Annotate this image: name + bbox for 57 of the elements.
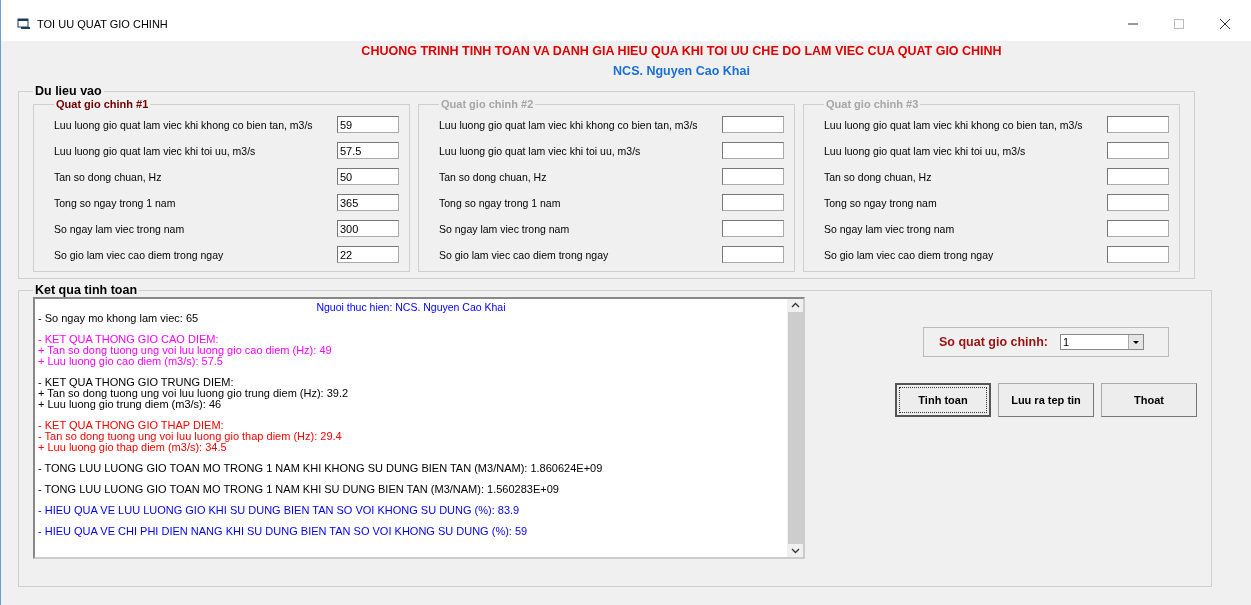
scroll-down-icon[interactable] xyxy=(790,548,800,554)
field-label: Luu luong gio quat lam viec khi toi uu, m3/s xyxy=(54,144,256,157)
field-label: So gio lam viec cao diem trong ngay xyxy=(439,248,609,261)
field-label: So gio lam viec cao diem trong ngay xyxy=(824,248,994,261)
field-label: So ngay lam viec trong nam xyxy=(824,222,955,235)
input-field[interactable]: 57.5 xyxy=(337,142,399,159)
scroll-up-icon[interactable] xyxy=(790,302,800,308)
author-name: NCS. Nguyen Cao Khai xyxy=(613,64,750,78)
field-label: Luu luong gio quat lam viec khi khong co bien tan, m3/s xyxy=(439,118,698,131)
group-title: Ket qua tinh toan xyxy=(34,283,139,297)
window-icon xyxy=(17,17,31,30)
program-title: CHUONG TRINH TINH TOAN VA DANH GIA HIEU QUA KHI TOI UU CHE DO LAM VIEC CUA QUAT GIO CHINH xyxy=(361,44,1002,58)
group-title: Quat gio chinh #2 xyxy=(440,98,535,110)
field-label: So gio lam viec cao diem trong ngay xyxy=(54,248,224,261)
result-line: - So ngay mo khong lam viec: 65 xyxy=(38,313,199,324)
field-label: Tan so dong chuan, Hz xyxy=(439,170,547,183)
result-line: - KET QUA THONG GIO CAO DIEM: xyxy=(38,334,219,345)
group-title: Quat gio chinh #3 xyxy=(825,98,920,110)
result-line: - HIEU QUA VE CHI PHI DIEN NANG KHI SU DUNG BIEN TAN SO VOI KHONG SU DUNG (%): 59 xyxy=(38,526,528,537)
result-line: - Tan so dong tuong ung voi luu luong gio thap diem (Hz): 29.4 xyxy=(38,431,342,442)
window-title: TOI UU QUAT GIO CHINH xyxy=(37,17,168,30)
result-line: + Luu luong gio trung diem (m3/s): 46 xyxy=(38,399,222,410)
field-label: Tan so dong chuan, Hz xyxy=(54,170,162,183)
fan-count-dropdown[interactable]: 1 xyxy=(1060,334,1144,350)
results-text-area[interactable] xyxy=(33,297,805,559)
result-line: + Luu luong gio thap diem (m3/s): 34.5 xyxy=(38,442,227,453)
result-line: - TONG LUU LUONG GIO TOAN MO TRONG 1 NAM KHI SU DUNG BIEN TAN (M3/NAM): 1.560283E+09 xyxy=(38,484,559,495)
result-line: + Luu luong gio cao diem (m3/s): 57.5 xyxy=(38,356,223,367)
author-line: Nguoi thuc hien: NCS. Nguyen Cao Khai xyxy=(316,301,506,313)
result-line: + Tan so dong tuong ung voi luu luong gio cao diem (Hz): 49 xyxy=(38,345,332,356)
close-icon[interactable] xyxy=(1219,17,1231,30)
field-label: Tong so ngay trong 1 nam xyxy=(439,196,561,209)
result-line: - KET QUA THONG GIO TRUNG DIEM: xyxy=(38,377,234,388)
result-line: - HIEU QUA VE LUU LUONG GIO KHI SU DUNG BIEN TAN SO VOI KHONG SU DUNG (%): 83.9 xyxy=(38,505,520,516)
action-button[interactable]: Thoat xyxy=(1101,383,1197,417)
result-line: - TONG LUU LUONG GIO TOAN MO TRONG 1 NAM KHI KHONG SU DUNG BIEN TAN (M3/NAM): 1.860624E+09 xyxy=(38,463,603,474)
field-label: Tong so ngay trong 1 nam xyxy=(54,196,176,209)
result-line: - KET QUA THONG GIO THAP DIEM: xyxy=(38,420,224,431)
field-label: So ngay lam viec trong nam xyxy=(439,222,570,235)
group-title: Du lieu vao xyxy=(34,84,103,98)
group-title: Quat gio chinh #1 xyxy=(55,98,150,110)
input-field[interactable]: 300 xyxy=(337,220,399,237)
field-label: Luu luong gio quat lam viec khi khong co bien tan, m3/s xyxy=(824,118,1083,131)
action-button[interactable]: Tinh toan xyxy=(895,383,991,417)
field-label: Luu luong gio quat lam viec khi khong co bien tan, m3/s xyxy=(54,118,313,131)
field-label: Tong so ngay trong nam xyxy=(824,196,937,209)
action-button[interactable]: Luu ra tep tin xyxy=(998,383,1094,417)
input-field[interactable]: 365 xyxy=(337,194,399,211)
field-label: Luu luong gio quat lam viec khi toi uu, m3/s xyxy=(824,144,1026,157)
input-field[interactable]: 50 xyxy=(337,168,399,185)
field-label: So ngay lam viec trong nam xyxy=(54,222,185,235)
field-label: Tan so dong chuan, Hz xyxy=(824,170,932,183)
input-field[interactable]: 59 xyxy=(337,116,399,133)
field-label: Luu luong gio quat lam viec khi toi uu, m3/s xyxy=(439,144,641,157)
input-field[interactable]: 22 xyxy=(337,246,399,263)
fan-count-label: So quat gio chinh: xyxy=(939,335,1048,349)
result-line: + Tan so dong tuong ung voi luu luong gio trung diem (Hz): 39.2 xyxy=(38,388,349,399)
